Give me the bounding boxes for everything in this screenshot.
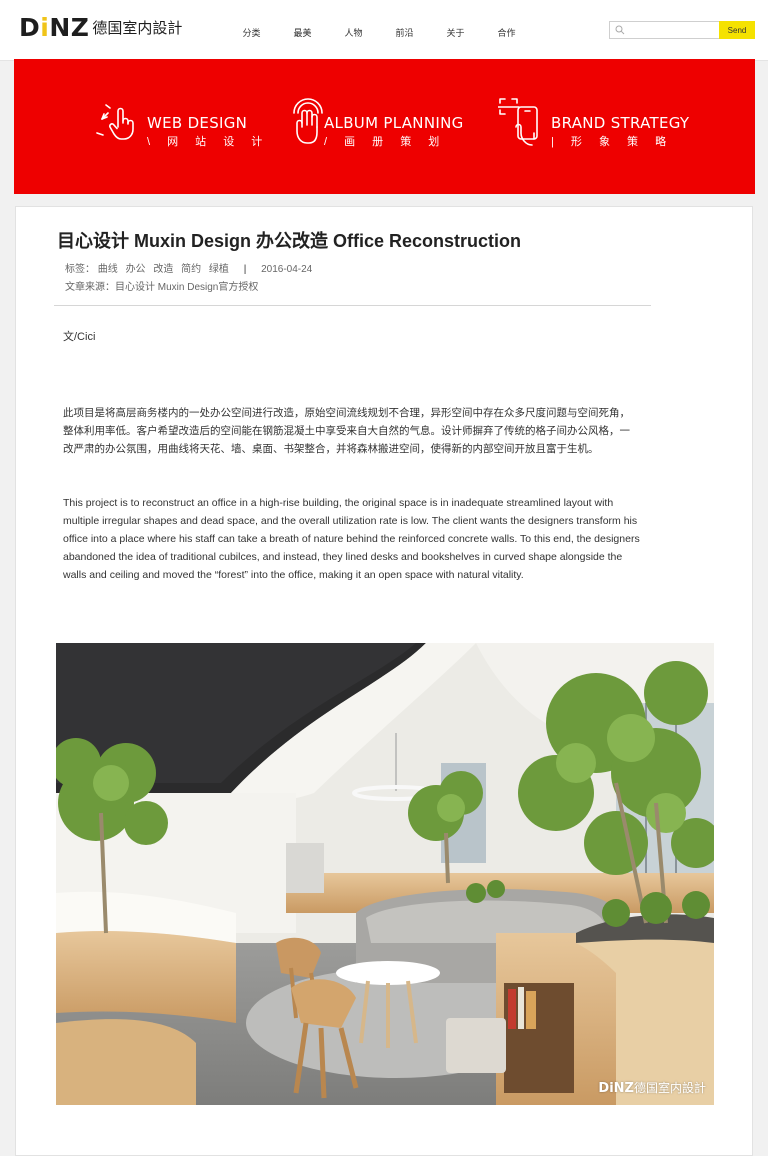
banner-item-subtitle: / 画 册 策 划 (324, 136, 447, 148)
tags-label: 标签： (65, 264, 95, 275)
tag-link[interactable]: 曲线 (98, 264, 118, 275)
nav-item-people[interactable]: 人物 (328, 26, 379, 39)
title-divider (54, 305, 651, 306)
search-send-button[interactable]: Send (719, 21, 755, 39)
banner-item-title: WEB DESIGN (147, 114, 248, 132)
publish-date: 2016-04-24 (261, 264, 313, 275)
tag-link[interactable]: 办公 (126, 264, 146, 275)
banner-item-brand-strategy[interactable]: BRAND STRATEGY | 形 象 策 略 (498, 97, 698, 153)
nav-item-frontier[interactable]: 前沿 (379, 26, 430, 39)
article-title: 目心设计 Muxin Design 办公改造 Office Reconstruc… (57, 231, 522, 251)
search-icon (615, 25, 625, 35)
article-meta: 标签： 曲线 办公 改造 简约 绿植 | 2016-04-24 (65, 260, 312, 275)
main-nav: 分类 最美 人物 前沿 关于 合作 (226, 26, 532, 39)
article-source: 文章来源：目心设计 Muxin Design官方授权 (65, 282, 259, 293)
paragraph-chinese: 此项目是将高层商务楼内的一处办公空间进行改造，原始空间流线规划不合理，异形空间中… (63, 407, 630, 455)
paragraph-english: This project is to reconstruct an office… (63, 497, 640, 581)
site-logo[interactable]: DiNZ 德国室内設計 (19, 13, 182, 41)
photo-watermark: DiNZ德国室内設計 (598, 1081, 706, 1096)
nav-item-cooperation[interactable]: 合作 (481, 26, 532, 39)
nav-item-about[interactable]: 关于 (430, 26, 481, 39)
banner-item-title: ALBUM PLANNING (324, 114, 464, 132)
search-box: Send (609, 21, 755, 39)
office-photo-illustration (56, 643, 714, 1105)
banner-item-album-planning[interactable]: ALBUM PLANNING / 画 册 策 划 (292, 97, 482, 153)
tag-link[interactable]: 简约 (181, 264, 201, 275)
touch-swipe-icon (96, 104, 134, 140)
banner-item-title: BRAND STRATEGY (551, 114, 690, 132)
top-header: DiNZ 德国室内設計 分类 最美 人物 前沿 关于 合作 Send (0, 0, 768, 61)
meta-separator: | (243, 264, 247, 275)
nav-item-best[interactable]: 最美 (277, 26, 328, 39)
logo-mark: DiNZ (19, 13, 90, 42)
banner-item-web-design[interactable]: WEB DESIGN \ 网 站 设 计 (94, 97, 262, 153)
article-author: 文/Cici (63, 331, 96, 343)
services-banner: WEB DESIGN \ 网 站 设 计 ALBUM PLANNING / 画 … (14, 59, 755, 194)
tag-link[interactable]: 绿植 (209, 264, 229, 275)
banner-item-subtitle: \ 网 站 设 计 (147, 136, 270, 148)
tag-link[interactable]: 改造 (153, 264, 173, 275)
office-interior-photo: DiNZ德国室内設計 (56, 643, 714, 1105)
phone-scan-icon (498, 98, 538, 146)
multi-touch-icon (293, 98, 323, 144)
article-card: 目心设计 Muxin Design 办公改造 Office Reconstruc… (15, 206, 753, 1156)
search-input[interactable] (628, 22, 718, 38)
logo-text: 德国室内設計 (92, 20, 183, 37)
nav-item-category[interactable]: 分类 (226, 26, 277, 39)
banner-item-subtitle: | 形 象 策 略 (551, 136, 674, 148)
